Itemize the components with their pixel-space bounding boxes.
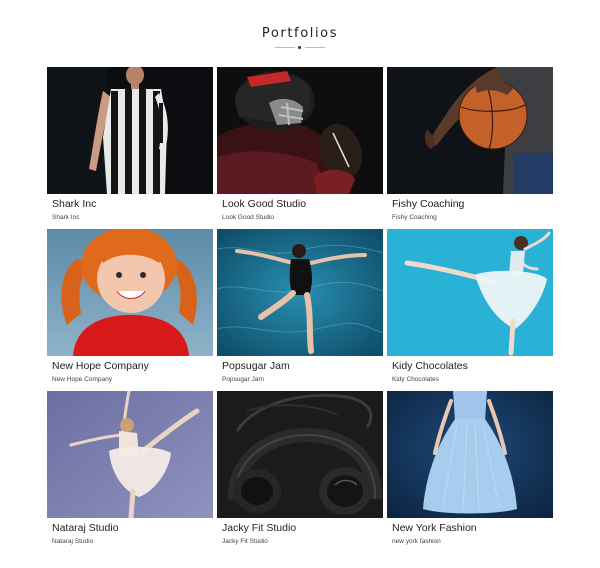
portfolio-subtitle: Popsugar Jam (222, 376, 264, 383)
divider-line-left (275, 47, 295, 48)
portfolio-card-new-york-fashion[interactable]: New York Fashion new york fashion (387, 391, 553, 551)
portfolio-title[interactable]: New Hope Company (52, 360, 149, 372)
portfolio-image-basketball[interactable] (387, 67, 553, 194)
portfolio-image-ballerina-blue[interactable] (387, 229, 553, 356)
portfolio-title[interactable]: Shark Inc (52, 198, 96, 210)
portfolio-title[interactable]: Jacky Fit Studio (222, 522, 296, 534)
page-title: Portfolios (261, 26, 339, 41)
divider-line-right (305, 47, 325, 48)
portfolio-card-kidy-chocolates[interactable]: Kidy Chocolates Kidy Chocolates (387, 229, 553, 389)
portfolio-title[interactable]: Popsugar Jam (222, 360, 290, 372)
portfolio-image-blue-dress[interactable] (387, 391, 553, 518)
portfolio-card-nataraj-studio[interactable]: Nataraj Studio Nataraj Studio (47, 391, 213, 551)
portfolio-image-striped-dress[interactable] (47, 67, 213, 194)
title-divider (275, 46, 325, 49)
portfolio-image-swimmer[interactable] (217, 229, 383, 356)
portfolio-subtitle: Look Good Studio (222, 214, 275, 221)
portfolio-subtitle: Nataraj Studio (52, 538, 94, 545)
portfolio-title[interactable]: Fishy Coaching (392, 198, 464, 210)
portfolio-image-red-haired-girl[interactable] (47, 229, 213, 356)
portfolio-image-ballerina-purple[interactable] (47, 391, 213, 518)
portfolio-subtitle: Fishy Coaching (392, 214, 437, 221)
portfolio-title[interactable]: Look Good Studio (222, 198, 306, 210)
portfolio-card-look-good-studio[interactable]: Look Good Studio Look Good Studio (217, 67, 383, 227)
divider-dot (298, 46, 301, 49)
portfolio-card-fishy-coaching[interactable]: Fishy Coaching Fishy Coaching (387, 67, 553, 227)
portfolio-card-jacky-fit-studio[interactable]: Jacky Fit Studio Jacky Fit Studio (217, 391, 383, 551)
portfolio-title[interactable]: New York Fashion (392, 522, 477, 534)
portfolio-title[interactable]: Nataraj Studio (52, 522, 119, 534)
portfolio-title[interactable]: Kidy Chocolates (392, 360, 468, 372)
portfolio-image-headphones[interactable] (217, 391, 383, 518)
portfolio-card-new-hope-company[interactable]: New Hope Company New Hope Company (47, 229, 213, 389)
portfolio-page: Portfolios Shark Inc Shark Inc Look Good… (0, 0, 600, 568)
portfolio-card-popsugar-jam[interactable]: Popsugar Jam Popsugar Jam (217, 229, 383, 389)
portfolio-subtitle: Jacky Fit Studio (222, 538, 268, 545)
portfolio-image-football-player[interactable] (217, 67, 383, 194)
portfolio-subtitle: New Hope Company (52, 376, 112, 383)
portfolio-card-shark-inc[interactable]: Shark Inc Shark Inc (47, 67, 213, 227)
portfolio-subtitle: new york fashion (392, 538, 441, 545)
portfolio-subtitle: Kidy Chocolates (392, 376, 439, 383)
portfolio-subtitle: Shark Inc (52, 214, 80, 221)
